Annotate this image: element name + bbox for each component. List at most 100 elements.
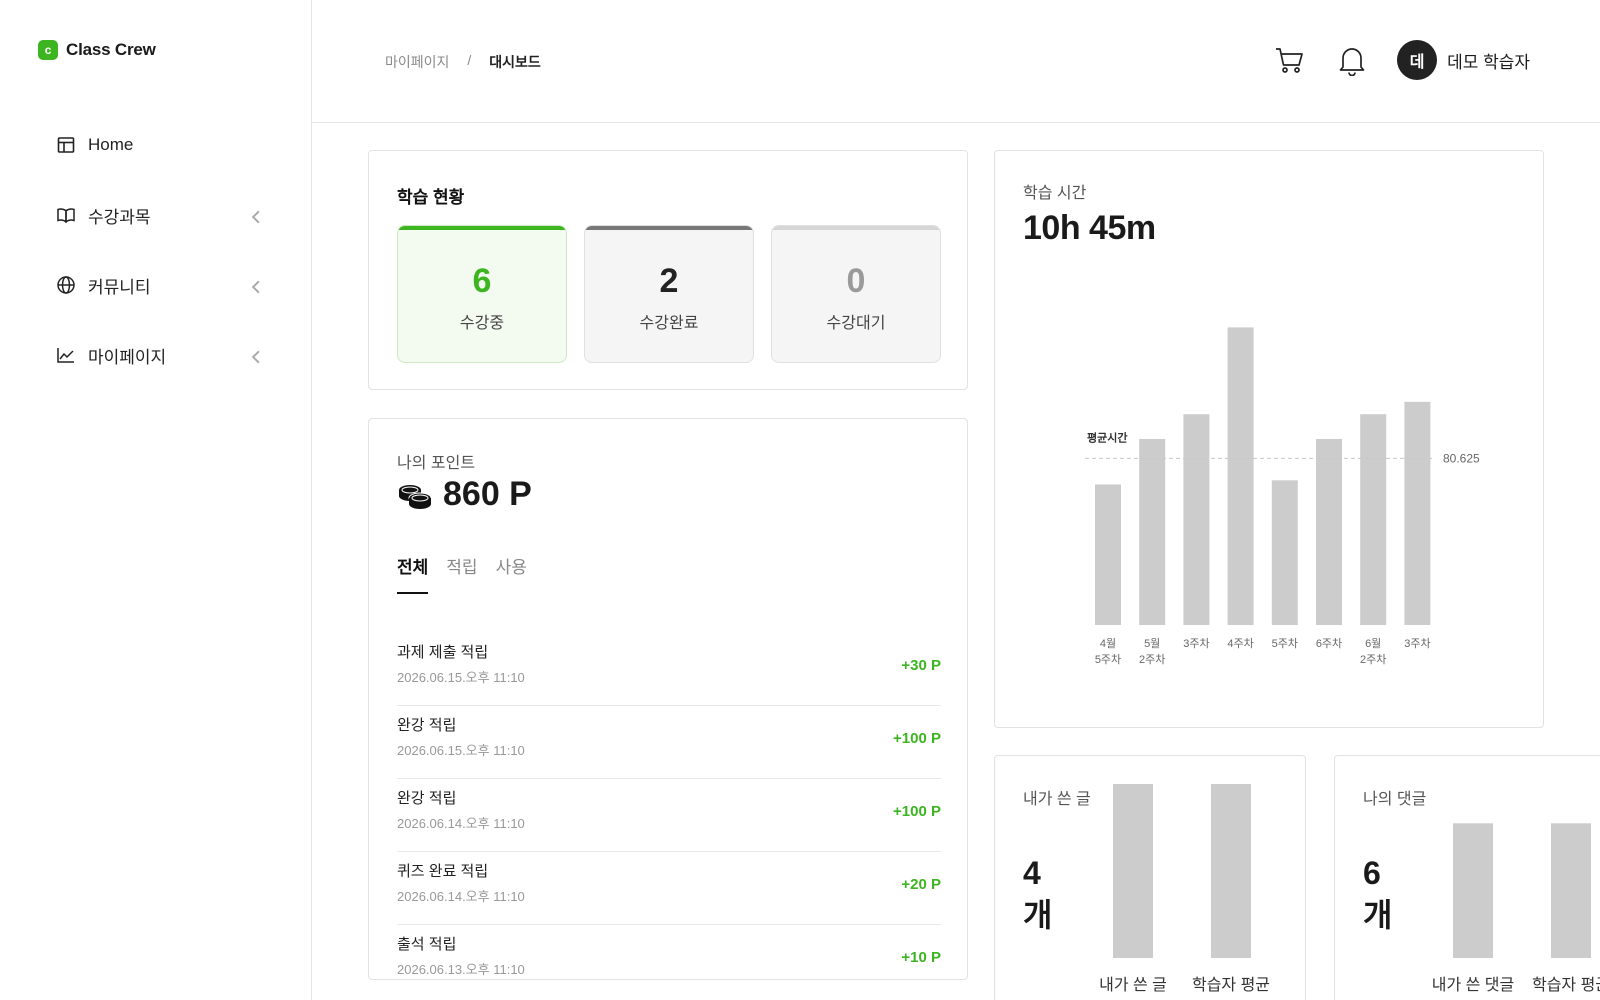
stat-waiting[interactable]: 0 수강대기 (771, 225, 941, 363)
stat-in-progress[interactable]: 6 수강중 (397, 225, 567, 363)
list-item: 과제 제출 적립 2026.06.15.오후 11:10 +30 P (397, 633, 941, 706)
card-title: 나의 포인트 (397, 455, 476, 472)
stat-label: 수강대기 (826, 314, 886, 332)
chart-bar (1227, 327, 1254, 625)
chevron-left-icon (251, 280, 260, 294)
sidebar-item-mypage[interactable]: 마이페이지 (56, 320, 266, 390)
sidebar-item-label: 수강과목 (88, 207, 151, 227)
my-posts-card: 내가 쓴 글 4 개 내가 쓴 글 학습자 평균 (994, 755, 1306, 1000)
learning-status-card: 학습 현황 6 수강중 2 수강완료 0 수강대기 (368, 150, 968, 390)
tick-label: 4월 (1100, 637, 1116, 650)
chart-bar (1453, 823, 1493, 958)
history-title: 과제 제출 적립 (397, 644, 489, 661)
sidebar-item-label: Home (88, 135, 134, 154)
tick-label: 2주차 (1360, 653, 1386, 666)
list-item: 완강 적립 2026.06.15.오후 11:10 +100 P (397, 706, 941, 779)
sidebar-item-label: 마이페이지 (88, 347, 167, 367)
tick-label: 5월 (1144, 637, 1160, 650)
tick-label: 5주차 (1272, 637, 1298, 650)
average-value-label: 80.625 (1443, 451, 1480, 465)
bell-icon (1339, 48, 1365, 76)
history-date: 2026.06.15.오후 11:10 (397, 670, 525, 685)
sidebar-item-community[interactable]: 커뮤니티 (56, 250, 266, 320)
points-tabs: 전체 적립 사용 (397, 553, 527, 594)
history-title: 완강 적립 (397, 717, 457, 734)
history-date: 2026.06.14.오후 11:10 (397, 816, 525, 831)
chart-bar (1271, 480, 1298, 625)
history-amount: +100 P (893, 803, 941, 820)
tick-label: 내가 쓴 댓글 (1432, 976, 1515, 994)
card-title: 학습 현황 (397, 188, 465, 207)
history-amount: +10 P (901, 949, 941, 966)
top-bar: 마이페이지 / 대시보드 데 데모 학습자 (312, 0, 1600, 123)
chevron-left-icon (251, 210, 260, 224)
history-date: 2026.06.15.오후 11:10 (397, 743, 525, 758)
stat-label: 수강중 (459, 314, 505, 332)
layout-icon (57, 137, 75, 153)
cart-button[interactable] (1273, 43, 1307, 77)
points-history-list: 과제 제출 적립 2026.06.15.오후 11:10 +30 P 완강 적립… (397, 633, 941, 979)
average-label: 평균시간 (1087, 430, 1127, 444)
stat-label: 수강완료 (639, 314, 699, 332)
sidebar-nav: Home 수강과목 커뮤니티 마이페이지 (56, 110, 266, 390)
history-title: 완강 적립 (397, 790, 457, 807)
globe-icon (57, 276, 75, 294)
list-item: 출석 적립 2026.06.13.오후 11:10 +10 P (397, 925, 941, 979)
chart-line-icon (57, 348, 74, 363)
user-menu[interactable]: 데 데모 학습자 (1397, 40, 1530, 80)
sidebar: c Class Crew Home 수강과목 커뮤니티 마이페이지 (0, 0, 312, 1000)
chart-bar (1551, 823, 1591, 958)
list-item: 완강 적립 2026.06.14.오후 11:10 +100 P (397, 779, 941, 852)
breadcrumb-separator: / (467, 52, 472, 68)
cart-icon (1276, 48, 1303, 73)
history-date: 2026.06.13.오후 11:10 (397, 962, 525, 977)
sidebar-item-courses[interactable]: 수강과목 (56, 180, 266, 250)
tick-label: 학습자 평균 (1532, 976, 1600, 994)
chart-bar (1211, 784, 1251, 958)
logo-mark-icon: c (38, 40, 58, 60)
posts-compare-chart: 내가 쓴 글 학습자 평균 (1099, 784, 1270, 994)
tick-label: 내가 쓴 글 (1099, 976, 1167, 994)
tick-label: 6월 (1365, 637, 1381, 650)
study-time-card: 학습 시간 10h 45m 4월 5주차 5월 2주차 3주차 4주차 5주차 6주차 6월 2주… (994, 150, 1544, 728)
tick-label: 3주차 (1404, 637, 1430, 650)
history-amount: +30 P (901, 657, 941, 674)
sidebar-item-home[interactable]: Home (56, 110, 266, 180)
history-title: 출석 적립 (397, 936, 457, 953)
my-comments-card: 나의 댓글 6 개 내가 쓴 댓글학습자 평균 (1334, 755, 1600, 1000)
weekly-study-chart: 4월 5주차 5월 2주차 3주차 4주차 5주차 6주차 6월 2주차 3주차 평균시간 80.625 (1085, 327, 1480, 666)
stat-value: 0 (846, 261, 866, 300)
chart-bar (1183, 414, 1210, 625)
breadcrumb-parent[interactable]: 마이페이지 (385, 52, 449, 72)
points-total: 860 P (397, 475, 532, 514)
chart-bar (1113, 784, 1153, 958)
tab-all[interactable]: 전체 (397, 553, 429, 594)
coins-icon (399, 484, 432, 509)
avatar: 데 (1397, 40, 1438, 80)
chart-bar (1404, 401, 1431, 625)
notification-button[interactable] (1335, 43, 1369, 77)
tick-label: 4주차 (1227, 637, 1253, 650)
tab-earned[interactable]: 적립 (446, 553, 477, 594)
stat-value: 6 (472, 261, 492, 300)
app-logo[interactable]: c Class Crew (38, 40, 156, 60)
tick-label: 6주차 (1316, 637, 1342, 650)
chevron-left-icon (251, 350, 260, 364)
tick-label: 학습자 평균 (1192, 976, 1270, 994)
book-icon (57, 208, 75, 224)
chart-bar (1139, 439, 1166, 625)
app-name: Class Crew (66, 40, 156, 59)
history-amount: +20 P (901, 876, 941, 893)
tab-used[interactable]: 사용 (496, 553, 527, 594)
chart-bar (1360, 414, 1387, 625)
history-date: 2026.06.14.오후 11:10 (397, 889, 525, 904)
points-card: 나의 포인트 860 P 전체 적립 사용 과제 제출 적립 2026.06.1… (368, 418, 968, 980)
sidebar-item-label: 커뮤니티 (88, 277, 151, 297)
history-title: 퀴즈 완료 적립 (397, 863, 489, 880)
history-amount: +100 P (893, 730, 941, 747)
stat-completed[interactable]: 2 수강완료 (584, 225, 754, 363)
user-name: 데모 학습자 (1447, 52, 1530, 72)
breadcrumb: 마이페이지 / 대시보드 (385, 52, 541, 72)
list-item: 퀴즈 완료 적립 2026.06.14.오후 11:10 +20 P (397, 852, 941, 925)
tick-label: 2주차 (1139, 653, 1165, 666)
